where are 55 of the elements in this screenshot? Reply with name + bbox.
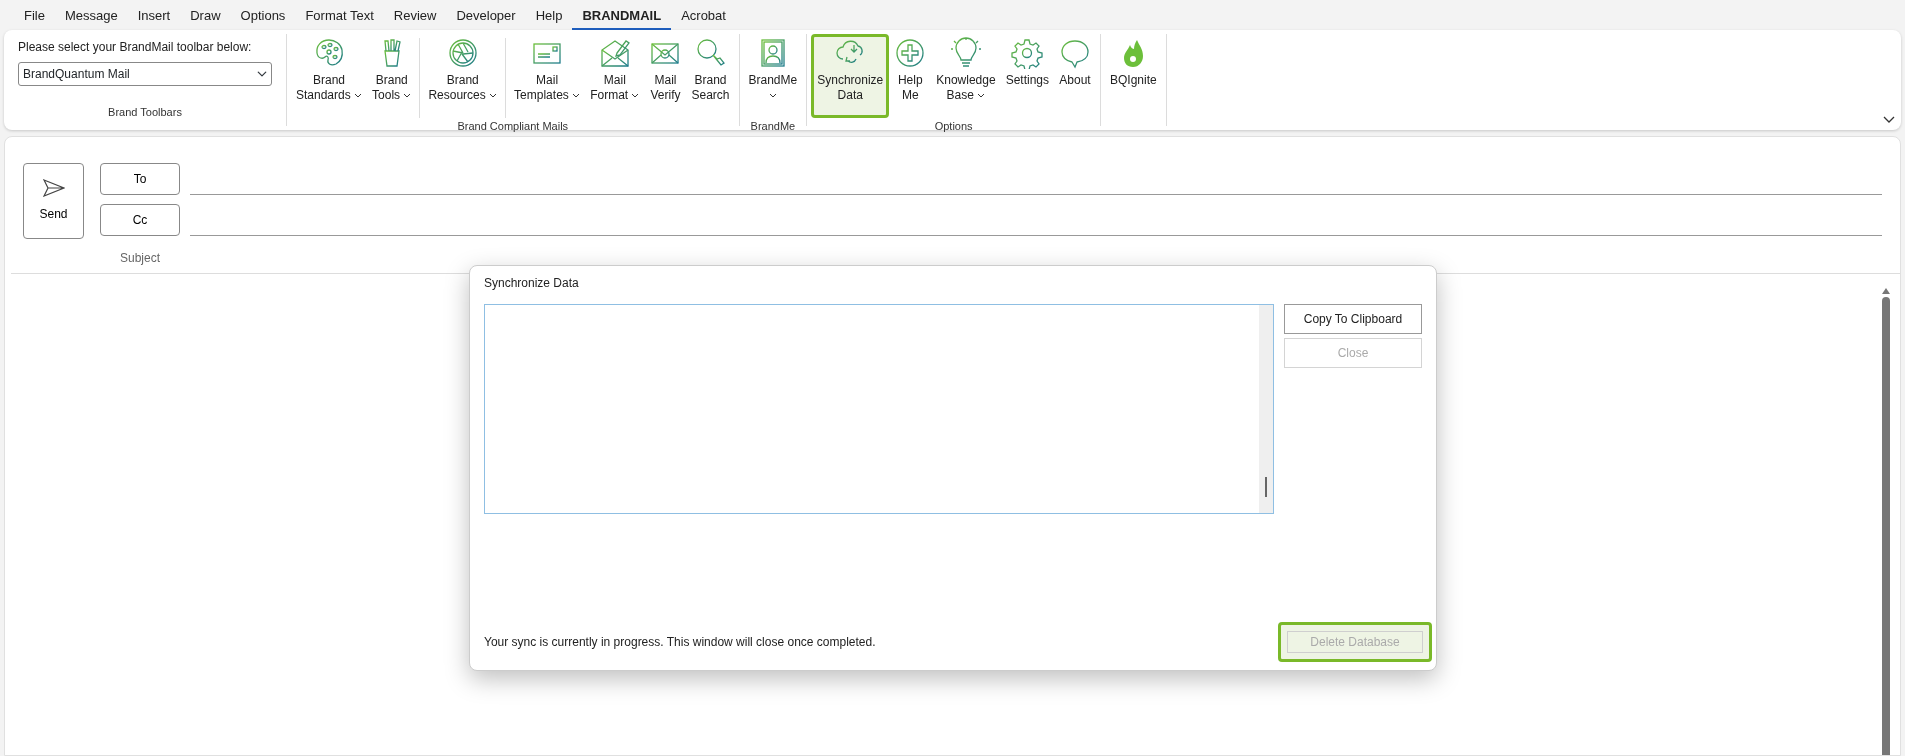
group-label: Brand Compliant Mails — [456, 119, 570, 134]
ribbon-button[interactable]: BQIgnite — [1105, 34, 1162, 118]
ribbon-button[interactable]: Help Me — [889, 34, 932, 118]
group-label: Brand Toolbars — [107, 104, 183, 120]
recipient-button[interactable]: Cc — [100, 204, 180, 236]
caret-icon — [572, 92, 581, 99]
menu-tab[interactable]: Help — [525, 2, 573, 30]
group-label: BrandMe — [749, 119, 797, 134]
lightbulb-icon — [949, 37, 982, 69]
log-text-area[interactable] — [484, 304, 1274, 514]
menu-tab[interactable]: Insert — [127, 2, 181, 30]
ribbon-button[interactable]: Knowledge Base — [931, 34, 1001, 118]
menu-tab[interactable]: Message — [54, 2, 128, 30]
caret-icon — [354, 92, 363, 99]
caret-icon — [977, 92, 986, 99]
send-icon — [42, 179, 65, 197]
subject-label: Subject — [119, 250, 161, 267]
collapse-chevron-icon[interactable] — [1883, 116, 1895, 124]
speech-bubble-icon — [1059, 37, 1091, 69]
ribbon-button[interactable]: Brand Standards — [291, 34, 368, 118]
menu-tab[interactable]: Review — [383, 2, 447, 30]
dialog-title: Synchronize Data — [484, 275, 580, 292]
ribbon-button[interactable]: Mail Templates — [509, 34, 586, 118]
caret-icon — [631, 92, 640, 99]
toolbar-select[interactable]: BrandQuantum Mail — [18, 62, 272, 86]
ribbon-button[interactable]: BrandMe — [743, 34, 803, 118]
menu-tab[interactable]: Draw — [180, 2, 231, 30]
send-button[interactable]: Send — [23, 163, 84, 239]
ribbon-button[interactable]: Mail Format — [585, 34, 645, 118]
menu-tab[interactable]: File — [14, 2, 55, 30]
settings-icon — [1011, 37, 1044, 69]
caret-icon — [403, 92, 412, 99]
dialog-button[interactable]: Copy To Clipboard — [1284, 304, 1422, 334]
plus-circle-icon — [894, 37, 927, 69]
caret-icon — [768, 92, 777, 99]
status-message: Your sync is currently in progress. This window will close once completed. — [484, 634, 876, 651]
scroll-up-icon[interactable] — [1881, 287, 1891, 295]
menu-tab[interactable]: Format Text — [295, 2, 384, 30]
ribbon-button[interactable]: Synchronize Data — [811, 34, 890, 118]
caret-icon — [489, 92, 498, 99]
ribbon-button[interactable]: Settings — [1000, 34, 1054, 118]
ribbon-button[interactable]: Brand Tools — [367, 34, 417, 118]
aperture-icon — [446, 37, 479, 69]
ribbon-button[interactable]: About — [1054, 34, 1096, 118]
ribbon-button[interactable]: Mail Verify — [644, 34, 687, 118]
menu-tab[interactable]: Developer — [446, 2, 526, 30]
scrollbar-thumb[interactable] — [1882, 297, 1890, 755]
picker-label: Please select your BrandMail toolbar below: — [18, 39, 253, 56]
menu-tab[interactable]: Options — [230, 2, 296, 30]
ribbon-button[interactable]: Brand Search — [686, 34, 735, 118]
ribbon-button[interactable]: Brand Resources — [423, 34, 503, 118]
scrollbar-thumb[interactable] — [1265, 477, 1267, 497]
menu-tab[interactable]: Acrobat — [671, 2, 736, 30]
group-label: Options — [933, 119, 974, 134]
recipient-button[interactable]: To — [100, 163, 180, 195]
